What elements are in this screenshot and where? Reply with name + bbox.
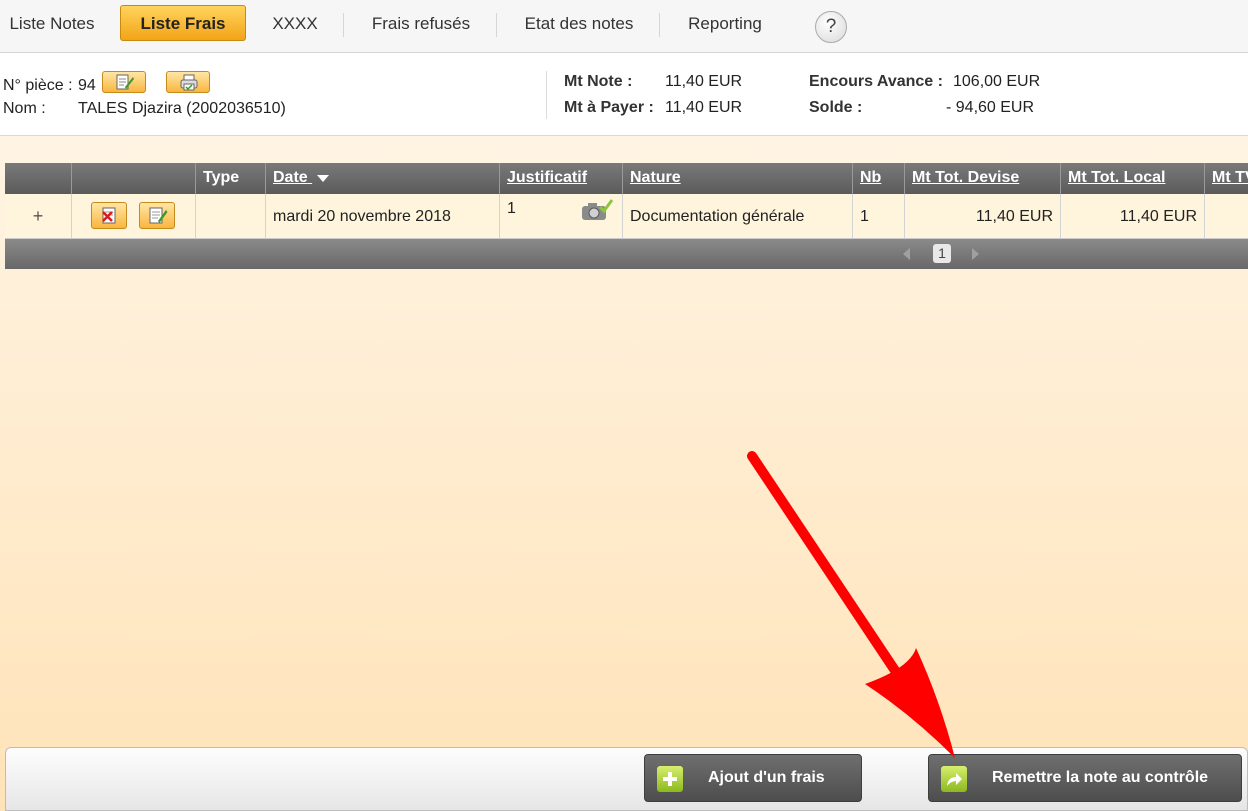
nav-divider	[659, 13, 660, 37]
col-mt-tva[interactable]: Mt TV	[1205, 163, 1248, 194]
solde-value: - 94,60 EUR	[946, 99, 1035, 116]
submit-note-button[interactable]: Remettre la note au contrôle	[928, 754, 1242, 802]
tab-etat-des-notes[interactable]: Etat des notes	[510, 0, 648, 48]
cell-mt-tva	[1205, 194, 1248, 239]
add-expense-label: Ajout d'un frais	[708, 769, 825, 786]
print-note-button[interactable]	[166, 71, 210, 93]
mt-note-value: 11,40 EUR	[665, 73, 743, 90]
note-info-panel: N° pièce : 94 Nom : TALES Djazira (20020…	[0, 53, 1248, 136]
cell-mt-devise: 11,40 EUR	[905, 194, 1061, 239]
cell-nb: 1	[853, 194, 905, 239]
grid-header: Type Date Justificatif Nature Nb Mt Tot.…	[5, 163, 1248, 194]
col-date[interactable]: Date	[266, 163, 500, 194]
nav-divider	[343, 13, 344, 37]
row-actions	[72, 194, 196, 239]
forward-arrow-icon	[941, 766, 967, 792]
mt-payer-value: 11,40 EUR	[665, 99, 743, 116]
nav-divider	[496, 13, 497, 37]
col-type: Type	[196, 163, 266, 194]
sort-desc-icon	[317, 174, 330, 182]
plus-icon	[657, 766, 683, 792]
printer-icon	[180, 74, 198, 91]
top-nav: Liste Notes Liste Frais XXXX Frais refus…	[0, 0, 1248, 53]
col-justificatif[interactable]: Justificatif	[500, 163, 623, 194]
action-bar: Ajout d'un frais Remettre la note au con…	[5, 747, 1248, 811]
table-row[interactable]: + mardi 20 novembre 2018 1 Documentation…	[5, 194, 1248, 239]
pager-current-page[interactable]: 1	[933, 244, 951, 263]
add-expense-button[interactable]: Ajout d'un frais	[644, 754, 862, 802]
col-actions	[72, 163, 196, 194]
col-mt-tot-local[interactable]: Mt Tot. Local	[1061, 163, 1205, 194]
mt-payer-label: Mt à Payer :	[564, 99, 654, 116]
solde-label: Solde :	[809, 99, 863, 116]
piece-value: 94	[78, 77, 96, 94]
tab-liste-notes[interactable]: Liste Notes	[0, 0, 104, 48]
nom-label: Nom :	[3, 100, 46, 117]
edit-doc-icon	[116, 74, 134, 90]
expense-grid: Type Date Justificatif Nature Nb Mt Tot.…	[5, 163, 1248, 269]
col-date-label: Date	[273, 169, 308, 186]
edit-note-button[interactable]	[102, 71, 146, 93]
delete-doc-icon	[102, 207, 116, 224]
pager-prev-icon[interactable]	[903, 248, 910, 260]
grid-pager: 1	[5, 239, 1248, 269]
mt-note-label: Mt Note :	[564, 73, 633, 90]
help-icon: ?	[825, 16, 837, 37]
delete-expense-button[interactable]	[91, 202, 127, 229]
camera-check-icon[interactable]	[580, 198, 614, 222]
edit-doc-icon	[149, 207, 168, 224]
edit-expense-button[interactable]	[139, 202, 175, 229]
cell-date: mardi 20 novembre 2018	[266, 194, 500, 239]
tab-xxxx[interactable]: XXXX	[262, 0, 328, 48]
justificatif-count: 1	[507, 200, 516, 217]
info-divider	[546, 71, 547, 119]
tab-liste-frais[interactable]: Liste Frais	[120, 5, 246, 41]
nom-value: TALES Djazira (2002036510)	[78, 100, 286, 117]
tab-reporting[interactable]: Reporting	[674, 0, 776, 48]
col-nature[interactable]: Nature	[623, 163, 853, 194]
col-nb[interactable]: Nb	[853, 163, 905, 194]
cell-type	[196, 194, 266, 239]
tab-frais-refuses[interactable]: Frais refusés	[356, 0, 486, 48]
piece-label: N° pièce :	[3, 77, 73, 94]
cell-mt-local: 11,40 EUR	[1061, 194, 1205, 239]
pager-next-icon[interactable]	[972, 248, 979, 260]
encours-label: Encours Avance :	[809, 73, 943, 90]
col-expand	[5, 163, 72, 194]
help-button[interactable]: ?	[815, 11, 847, 43]
cell-justificatif: 1	[500, 194, 623, 239]
encours-value: 106,00 EUR	[953, 73, 1041, 90]
cell-nature: Documentation générale	[623, 194, 853, 239]
col-mt-tot-devise[interactable]: Mt Tot. Devise	[905, 163, 1061, 194]
submit-note-label: Remettre la note au contrôle	[992, 769, 1209, 786]
expand-row-button[interactable]: +	[5, 194, 72, 239]
